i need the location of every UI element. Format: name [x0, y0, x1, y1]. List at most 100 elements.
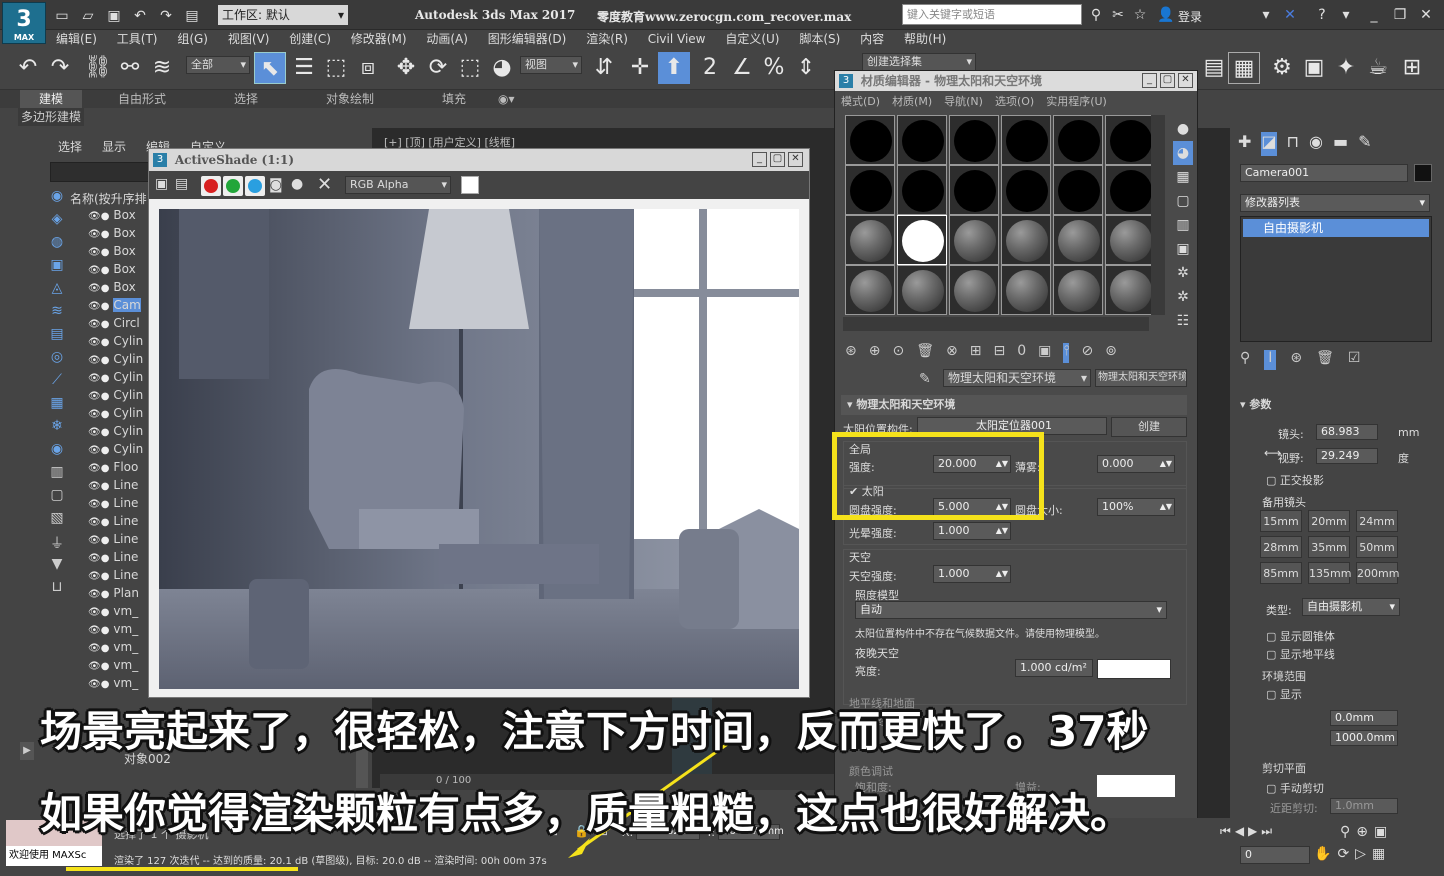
maximize-icon[interactable]: ▢ — [1160, 73, 1175, 88]
material-sample-slot[interactable] — [1105, 165, 1155, 215]
ribbon-tab-selection[interactable]: 选择 — [234, 90, 258, 108]
go-to-parent-icon[interactable]: ⫯ — [1063, 343, 1070, 363]
stack-item-free-camera[interactable]: 自由摄影机 — [1243, 219, 1429, 237]
slot-vertical-scrollbar[interactable] — [1151, 115, 1165, 315]
menu-content[interactable]: 内容 — [852, 30, 892, 48]
illumination-model-dropdown[interactable]: 自动 ▾ — [855, 601, 1167, 619]
backlight-icon[interactable]: ◕ — [1173, 141, 1193, 165]
pick-material-icon[interactable]: ⊚ — [1105, 343, 1117, 363]
visibility-eye-icon[interactable]: 👁● — [88, 553, 109, 564]
menu-edit[interactable]: 编辑(E) — [48, 30, 105, 48]
channel-dropdown[interactable]: RGB Alpha ▾ — [345, 176, 451, 194]
stock-lens-button[interactable]: 28mm — [1260, 536, 1302, 558]
go-to-start-icon[interactable]: ⏮ — [1220, 824, 1235, 838]
utilities-tab-icon[interactable]: ✎ — [1358, 132, 1371, 156]
visibility-eye-icon[interactable]: 👁● — [88, 571, 109, 582]
menu-scripting[interactable]: 脚本(S) — [791, 30, 848, 48]
mtl-menu-utilities[interactable]: 实用程序(U) — [1046, 93, 1107, 109]
scene-object-row[interactable]: 👁● Line — [88, 550, 148, 568]
maximize-icon[interactable]: ▢ — [770, 152, 785, 167]
material-id-icon[interactable]: ⊟ — [993, 343, 1005, 363]
communication-center-icon[interactable]: ✂ — [1108, 5, 1128, 25]
create-button[interactable]: 创建 — [1111, 417, 1187, 437]
menu-civil-view[interactable]: Civil View — [640, 30, 714, 48]
visibility-eye-icon[interactable]: 👁● — [88, 535, 109, 546]
material-name-field[interactable]: 物理太阳和天空环境 ▾ — [943, 369, 1091, 387]
visibility-eye-icon[interactable]: 👁● — [88, 445, 109, 456]
rollout-header[interactable]: ▾ 物理太阳和天空环境 — [841, 395, 1187, 415]
angle-snap-icon[interactable]: ∠ — [726, 52, 758, 84]
binoculars-icon[interactable]: ⚲ — [1086, 5, 1106, 25]
stock-lens-button[interactable]: 35mm — [1308, 536, 1350, 558]
night-luminance-spinner[interactable]: 1.000 cd/m² — [1015, 659, 1093, 677]
filter-hidden-icon[interactable]: ◉ — [44, 441, 70, 464]
display-invert-icon[interactable]: ▧ — [44, 510, 70, 533]
hierarchy-tab-icon[interactable]: ⊓ — [1287, 132, 1299, 156]
minimize-icon[interactable]: _ — [1142, 73, 1157, 88]
column-header-name[interactable]: 名称(按升序排 — [70, 190, 147, 207]
percent-snap-icon[interactable]: % — [758, 52, 790, 84]
selection-filter-dropdown[interactable]: 全部 ▾ — [186, 56, 250, 74]
mtl-menu-options[interactable]: 选项(O) — [995, 93, 1034, 109]
monochrome-icon[interactable]: ● — [291, 176, 303, 192]
configure-modifier-sets-icon[interactable]: ☑ — [1348, 350, 1361, 370]
visibility-eye-icon[interactable]: 👁● — [88, 301, 109, 312]
visibility-eye-icon[interactable]: 👁● — [88, 355, 109, 366]
reference-coordinate-dropdown[interactable]: 视图 ▾ — [520, 56, 582, 74]
material-sample-slot[interactable] — [1105, 115, 1155, 165]
undo-icon[interactable]: ↶ — [12, 52, 44, 84]
material-sample-slot[interactable] — [897, 215, 947, 265]
display-tab-icon[interactable]: ▬ — [1333, 132, 1348, 156]
show-horizon-checkbox[interactable]: ▢ 显示地平线 — [1266, 646, 1335, 662]
filter-groups-icon[interactable]: ▤ — [44, 326, 70, 349]
material-sample-slot[interactable] — [845, 265, 895, 315]
mtl-menu-navigation[interactable]: 导航(N) — [944, 93, 983, 109]
make-unique-icon[interactable]: ⊛ — [1290, 350, 1302, 370]
select-object-icon[interactable]: ⬉ — [254, 52, 286, 84]
make-preview-icon[interactable]: ▣ — [1173, 237, 1193, 261]
material-sample-slot[interactable] — [1001, 265, 1051, 315]
unlink-icon[interactable]: ⚯ — [114, 52, 146, 84]
material-type-button[interactable]: 物理太阳和天空环境 — [1095, 369, 1187, 387]
filter-cameras-icon[interactable]: ▣ — [44, 257, 70, 280]
show-cone-checkbox[interactable]: ▢ 显示圆锥体 — [1266, 628, 1335, 644]
disc-size-spinner[interactable]: 100% ▲▼ — [1097, 498, 1175, 516]
close-icon[interactable]: ✕ — [788, 152, 803, 167]
layer-icon[interactable]: ⏚ — [44, 533, 70, 556]
mirror-icon[interactable]: ▤ — [1198, 52, 1230, 84]
visibility-eye-icon[interactable]: 👁● — [88, 679, 109, 690]
render-production-icon[interactable]: ▣ — [1298, 52, 1330, 84]
scene-object-row[interactable]: 👁● Floo — [88, 460, 148, 478]
play-icon[interactable]: ▶ — [1248, 824, 1261, 838]
redo-icon[interactable]: ↷ — [44, 52, 76, 84]
orbit-icon[interactable]: ⟳ — [1337, 846, 1355, 862]
scene-object-row[interactable]: 👁● Cylin — [88, 424, 148, 442]
modifier-list-dropdown[interactable]: 修改器列表 ▾ — [1240, 194, 1430, 212]
material-sample-slot[interactable] — [897, 115, 947, 165]
material-sample-slot[interactable] — [949, 165, 999, 215]
material-sample-slot[interactable] — [949, 115, 999, 165]
previous-frame-icon[interactable]: ◀ — [1235, 824, 1248, 838]
material-sample-slot[interactable] — [1001, 165, 1051, 215]
favorites-star-icon[interactable]: ☆ — [1130, 5, 1150, 25]
redo-icon[interactable]: ↷ — [156, 6, 176, 26]
filter-funnel-icon[interactable]: ▼ — [44, 556, 70, 579]
save-image-icon[interactable]: ▣ — [155, 176, 168, 192]
stock-lens-button[interactable]: 15mm — [1260, 510, 1302, 532]
search-input[interactable]: 键入关键字或短语 — [902, 4, 1082, 25]
spinner-snap-icon[interactable]: ⇕ — [790, 52, 822, 84]
bind-spacewarp-icon[interactable]: ≋ — [146, 52, 178, 84]
expand-panel-icon[interactable]: ▶ — [20, 742, 34, 760]
filter-containers-icon[interactable]: ▦ — [44, 395, 70, 418]
material-sample-slot[interactable] — [845, 165, 895, 215]
scene-object-row[interactable]: 👁● Box — [88, 262, 148, 280]
material-sample-slot[interactable] — [897, 165, 947, 215]
material-sample-slot[interactable] — [845, 115, 895, 165]
blue-channel-toggle[interactable] — [245, 176, 265, 196]
fov-spinner[interactable]: 29.249 — [1316, 448, 1378, 464]
minimize-icon[interactable]: _ — [752, 152, 767, 167]
rotate-icon[interactable]: ⟳ — [422, 52, 454, 84]
clear-icon[interactable]: ✕ — [317, 174, 332, 195]
material-sample-slot[interactable] — [845, 215, 895, 265]
put-to-library-icon[interactable]: ⊞ — [970, 343, 982, 363]
